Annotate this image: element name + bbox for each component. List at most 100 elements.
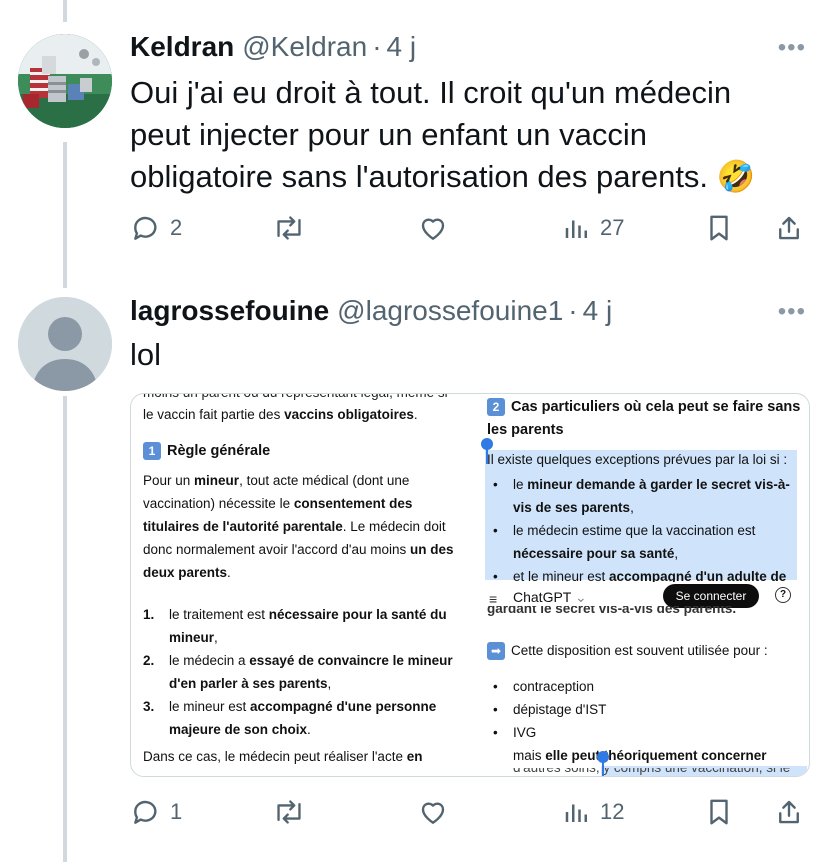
text: Pour un bbox=[143, 473, 195, 488]
retweet-icon bbox=[277, 216, 301, 240]
text: . bbox=[227, 565, 231, 580]
text: le mineur est bbox=[169, 699, 251, 714]
tweet-actions: 1 12 bbox=[130, 792, 806, 832]
bold-text: consentement des bbox=[293, 496, 413, 511]
section-title: Règle générale bbox=[167, 443, 271, 459]
tweet-header: lagrossefouine @lagrossefouine1 · 4 j bbox=[130, 291, 612, 331]
list-item: contraception bbox=[513, 679, 595, 694]
list-item: majeure de son choix. bbox=[169, 719, 311, 742]
like-button[interactable] bbox=[416, 792, 458, 832]
text: vaccination) nécessite le bbox=[143, 496, 294, 511]
text: le traitement est bbox=[169, 607, 269, 622]
bookmark-icon bbox=[710, 215, 728, 241]
bold-text: essayé de convaincre le mineur bbox=[249, 653, 453, 668]
tweet-image[interactable]: moins un parent ou du représentant légal… bbox=[130, 393, 810, 777]
text-line: mais elle peut théoriquement concerner bbox=[513, 745, 767, 768]
section-heading: 1 Règle générale bbox=[143, 440, 270, 463]
display-name[interactable]: Keldran bbox=[130, 31, 234, 63]
thread-line-between bbox=[63, 142, 67, 288]
text: le médecin a bbox=[169, 653, 250, 668]
list-number: 3. bbox=[143, 699, 155, 714]
user-handle[interactable]: @lagrossefouine1 bbox=[337, 295, 563, 327]
timestamp[interactable]: 4 j bbox=[387, 31, 417, 63]
selection-caret bbox=[602, 760, 604, 776]
cut-text: d'autres soins, y compris une vaccinatio… bbox=[513, 768, 790, 776]
avatar[interactable] bbox=[18, 297, 112, 391]
display-name[interactable]: lagrossefouine bbox=[130, 295, 329, 327]
text: Cette disposition est souvent utilisée p… bbox=[511, 643, 768, 658]
more-options-icon[interactable]: ••• bbox=[778, 298, 806, 326]
bold-text: majeure de son choix bbox=[169, 722, 308, 737]
bullet: • bbox=[493, 725, 498, 740]
text: , bbox=[630, 500, 634, 515]
bold-text: vis de ses parents bbox=[513, 500, 631, 515]
tweet-text-line: lol bbox=[130, 337, 162, 372]
chevron-down-icon: ⌄ bbox=[575, 589, 587, 605]
like-button[interactable] bbox=[416, 208, 458, 248]
share-button[interactable] bbox=[774, 792, 804, 832]
text: , bbox=[327, 676, 332, 691]
retweet-icon bbox=[277, 800, 301, 824]
retweet-button[interactable] bbox=[272, 208, 314, 248]
default-profile-icon bbox=[18, 297, 112, 391]
text-line: Il existe quelques exceptions prévues pa… bbox=[487, 452, 788, 467]
bold-text: deux parents bbox=[143, 565, 228, 580]
text: mais bbox=[513, 748, 546, 763]
retweet-button[interactable] bbox=[272, 792, 314, 832]
bookmark-button[interactable] bbox=[704, 792, 734, 832]
bold-text: nécessaire pour sa santé bbox=[513, 546, 675, 561]
views-button[interactable]: 27 bbox=[562, 208, 624, 248]
more-options-icon[interactable]: ••• bbox=[778, 34, 806, 62]
help-icon[interactable]: ? bbox=[775, 587, 791, 603]
login-button[interactable]: Se connecter bbox=[663, 584, 759, 608]
text-line: ➡ Cette disposition est souvent utilisée … bbox=[487, 640, 768, 663]
tweet-text-line: Oui j'ai eu droit à tout. Il croit qu'un… bbox=[130, 75, 732, 110]
list-item: d'en parler à ses parents, bbox=[169, 673, 331, 696]
list-number: 1. bbox=[143, 607, 155, 622]
reply-icon bbox=[134, 800, 157, 824]
text-line: vaccination) nécessite le consentement d… bbox=[143, 493, 412, 516]
bookmark-button[interactable] bbox=[704, 208, 734, 248]
timestamp[interactable]: 4 j bbox=[583, 295, 613, 327]
heart-icon bbox=[421, 218, 445, 240]
text-line: Pour un mineur, tout acte médical (dont … bbox=[143, 470, 409, 493]
arrow-right-icon: ➡ bbox=[487, 642, 505, 661]
reply-count: 1 bbox=[170, 799, 183, 824]
reply-button[interactable]: 1 bbox=[130, 792, 182, 832]
bold-text: elle peut théoriquement concerner bbox=[545, 748, 767, 763]
cut-text: gardant le secret vis-à-vis des parents. bbox=[487, 606, 737, 616]
reply-count: 2 bbox=[170, 215, 183, 240]
view-count: 12 bbox=[600, 799, 625, 824]
user-handle[interactable]: @Keldran bbox=[242, 31, 367, 63]
bold-text: mineur bbox=[169, 630, 215, 645]
analytics-icon bbox=[565, 804, 587, 822]
list-item: IVG bbox=[513, 725, 537, 740]
dot-separator: · bbox=[372, 31, 382, 62]
views-button[interactable]: 12 bbox=[562, 792, 624, 832]
reply-button[interactable]: 2 bbox=[130, 208, 182, 248]
bold-text: en bbox=[406, 749, 423, 764]
share-button[interactable] bbox=[774, 208, 804, 248]
bold-text: un des bbox=[410, 542, 454, 557]
section-title: Cas particuliers où cela peut se faire s… bbox=[511, 399, 801, 415]
text: . bbox=[413, 407, 418, 422]
list-item: le mineur demande à garder le secret vis… bbox=[513, 474, 790, 497]
text: . Le médecin doit bbox=[342, 519, 446, 534]
text: , bbox=[674, 546, 679, 561]
list-item: nécessaire pour sa santé, bbox=[513, 543, 678, 566]
text-line: donc normalement avoir l'accord d'au moi… bbox=[143, 539, 454, 562]
text: , bbox=[214, 630, 218, 645]
bold-text: vaccins obligatoires bbox=[284, 407, 414, 422]
app-name: ChatGPT bbox=[513, 589, 572, 605]
bold-text: d'en parler à ses parents bbox=[169, 676, 328, 691]
list-item: le médecin estime que la vaccination est bbox=[513, 523, 756, 538]
list-item: mineur, bbox=[169, 627, 218, 650]
bold-text: titulaires de l'autorité parentale bbox=[143, 519, 343, 534]
reply-icon bbox=[134, 216, 157, 240]
bold-text: accompagné d'une personne bbox=[250, 699, 437, 714]
text: le bbox=[513, 477, 528, 492]
poker-chips-avatar-image bbox=[18, 34, 112, 128]
bold-text: nécessaire pour la santé du bbox=[268, 607, 447, 622]
avatar[interactable] bbox=[18, 34, 112, 128]
list-item: vis de ses parents, bbox=[513, 497, 634, 520]
